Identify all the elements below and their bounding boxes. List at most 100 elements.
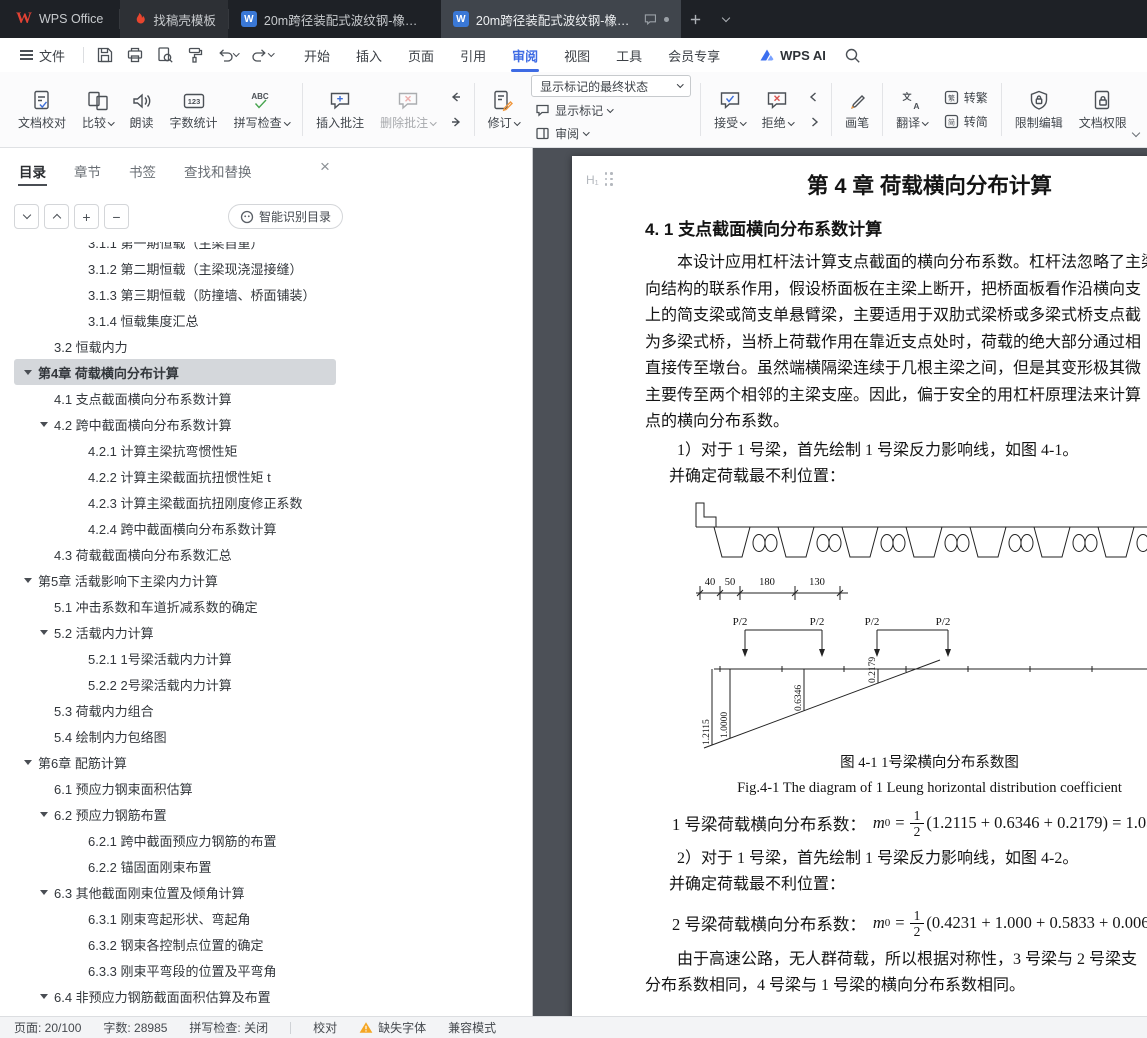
doc-proof-button[interactable]: 文档校对: [10, 75, 74, 144]
toc-item[interactable]: 5.2.1 1号梁活载内力计算: [14, 645, 336, 671]
toc-item[interactable]: 4.2 跨中截面横向分布系数计算: [14, 411, 336, 437]
toc-collapse-all-button[interactable]: −: [104, 204, 129, 229]
toc-expand-caret[interactable]: [40, 396, 54, 401]
toc-expand-caret[interactable]: [24, 369, 38, 375]
new-tab-button[interactable]: [681, 0, 711, 38]
wps-ai-button[interactable]: WPS AI: [759, 48, 826, 63]
toc-item[interactable]: 第5章 活载影响下主梁内力计算: [14, 567, 336, 593]
menu-item[interactable]: 开始: [291, 38, 343, 72]
document-area[interactable]: H₁ 第 4 章 荷载横向分布计算 4. 1 支点截面横向分布系数计算 本设计应…: [533, 148, 1147, 1016]
word-count-indicator[interactable]: 字数: 28985: [103, 1019, 167, 1036]
toc-item[interactable]: 4.2.4 跨中截面横向分布系数计算: [14, 515, 336, 541]
toc-item[interactable]: 3.2 恒载内力: [14, 333, 336, 359]
print-preview-button[interactable]: [152, 43, 178, 67]
toc-item[interactable]: 6.3.3 刚束平弯段的位置及平弯角: [14, 957, 336, 983]
tab-list-button[interactable]: [711, 0, 741, 38]
toc-item[interactable]: 5.2 活载内力计算: [14, 619, 336, 645]
show-markup-button[interactable]: 显示标记: [531, 100, 691, 120]
toc-item[interactable]: 4.2.1 计算主梁抗弯惯性矩: [14, 437, 336, 463]
toc-expand-caret[interactable]: [24, 577, 38, 583]
save-button[interactable]: [92, 43, 118, 67]
toc-item[interactable]: 3.1.4 恒载集度汇总: [14, 307, 336, 333]
file-menu-button[interactable]: 文件: [10, 38, 75, 72]
menu-item[interactable]: 审阅: [499, 38, 551, 72]
toc-expand-caret[interactable]: [74, 916, 88, 921]
toc-item[interactable]: 6.3.2 钢束各控制点位置的确定: [14, 931, 336, 957]
toc-expand-caret[interactable]: [74, 526, 88, 531]
compare-button[interactable]: 比较: [74, 75, 122, 144]
toc-expand-caret[interactable]: [74, 266, 88, 271]
tab-wps-office[interactable]: W WPS Office: [0, 0, 119, 38]
toc-item[interactable]: 5.4 绘制内力包络图: [14, 723, 336, 749]
toc-expand-caret[interactable]: [74, 838, 88, 843]
toc-item[interactable]: 第4章 荷载横向分布计算: [14, 359, 336, 385]
reject-button[interactable]: 拒绝: [754, 75, 802, 144]
toc-item[interactable]: 6.4 非预应力钢筋截面面积估算及布置: [14, 983, 336, 1009]
menu-item[interactable]: 插入: [343, 38, 395, 72]
toc-item[interactable]: 6.2 预应力钢筋布置: [14, 801, 336, 827]
insert-comment-button[interactable]: 插入批注: [308, 75, 372, 144]
toc-item[interactable]: 4.2.2 计算主梁截面抗扭惯性矩 t: [14, 463, 336, 489]
sidebar-tab[interactable]: 查找和替换: [183, 161, 253, 181]
toc-previous-button[interactable]: [44, 204, 69, 229]
page-indicator[interactable]: 页面: 20/100: [14, 1019, 81, 1036]
tab-document-2[interactable]: W 20m跨径装配式波纹钢-橡胶混...: [440, 0, 681, 38]
search-button[interactable]: [844, 47, 861, 64]
redo-button[interactable]: [247, 43, 278, 67]
toc-expand-caret[interactable]: [40, 344, 54, 349]
toc-item[interactable]: 4.1 支点截面横向分布系数计算: [14, 385, 336, 411]
sidebar-tab[interactable]: 目录: [18, 161, 47, 186]
markup-state-select[interactable]: 显示标记的最终状态: [531, 75, 692, 98]
proofread-button[interactable]: 校对: [313, 1019, 337, 1036]
toc-item[interactable]: 5.2.2 2号梁活载内力计算: [14, 671, 336, 697]
document-page[interactable]: H₁ 第 4 章 荷载横向分布计算 4. 1 支点截面横向分布系数计算 本设计应…: [572, 156, 1147, 1016]
read-aloud-button[interactable]: 朗读: [122, 75, 162, 144]
sidebar-close-button[interactable]: ×: [314, 156, 336, 178]
review-pane-button[interactable]: 审阅: [531, 124, 691, 144]
toc-expand-caret[interactable]: [40, 708, 54, 713]
toc-expand-caret[interactable]: [74, 474, 88, 479]
tab-document-1[interactable]: W 20m跨径装配式波纹钢-橡胶混凝土组...: [229, 0, 441, 38]
missing-font-warning[interactable]: 缺失字体: [359, 1019, 426, 1036]
toc-item[interactable]: 5.1 冲击系数和车道折减系数的确定: [14, 593, 336, 619]
toc-expand-caret[interactable]: [74, 292, 88, 297]
menu-item[interactable]: 页面: [395, 38, 447, 72]
tab-template-store[interactable]: 找稿壳模板: [120, 0, 228, 38]
toc-expand-caret[interactable]: [24, 759, 38, 765]
toc-expand-caret[interactable]: [40, 604, 54, 609]
format-painter-button[interactable]: [182, 43, 208, 67]
delete-comment-button[interactable]: 删除批注: [372, 75, 444, 144]
toc-expand-caret[interactable]: [40, 734, 54, 739]
undo-button[interactable]: [212, 43, 243, 67]
toc-item[interactable]: 4.3 荷载截面横向分布系数汇总: [14, 541, 336, 567]
restrict-edit-button[interactable]: 限制编辑: [1007, 75, 1071, 144]
track-changes-button[interactable]: 修订: [480, 75, 528, 144]
toc-expand-caret[interactable]: [40, 889, 54, 895]
toc-expand-caret[interactable]: [74, 968, 88, 973]
toc-next-button[interactable]: [14, 204, 39, 229]
toc-expand-caret[interactable]: [74, 242, 88, 245]
toc-expand-caret[interactable]: [40, 993, 54, 999]
toc-expand-caret[interactable]: [74, 864, 88, 869]
to-simplified-button[interactable]: 简 转简: [940, 111, 992, 132]
toc-expand-caret[interactable]: [74, 318, 88, 323]
toc-expand-caret[interactable]: [40, 629, 54, 635]
toc-expand-caret[interactable]: [74, 656, 88, 661]
toc-item[interactable]: 3.1.3 第三期恒载（防撞墙、桥面铺装）: [14, 281, 336, 307]
toc-expand-caret[interactable]: [74, 942, 88, 947]
menu-item[interactable]: 引用: [447, 38, 499, 72]
accept-button[interactable]: 接受: [706, 75, 754, 144]
translate-button[interactable]: 文A 翻译: [888, 75, 936, 144]
toc-item[interactable]: 5.3 荷载内力组合: [14, 697, 336, 723]
toc-expand-caret[interactable]: [40, 786, 54, 791]
toc-item[interactable]: 6.3.1 刚束弯起形状、弯起角: [14, 905, 336, 931]
toc-item[interactable]: 6.2.1 跨中截面预应力钢筋的布置: [14, 827, 336, 853]
print-button[interactable]: [122, 43, 148, 67]
spell-check-button[interactable]: ABC 拼写检查: [226, 75, 298, 144]
toc-item[interactable]: 6.3 其他截面刚束位置及倾角计算: [14, 879, 336, 905]
spell-check-status[interactable]: 拼写检查: 关闭: [189, 1019, 268, 1036]
sidebar-tab[interactable]: 章节: [73, 161, 102, 181]
toc-expand-caret[interactable]: [74, 448, 88, 453]
toc-expand-all-button[interactable]: +: [74, 204, 99, 229]
toc-expand-caret[interactable]: [40, 552, 54, 557]
